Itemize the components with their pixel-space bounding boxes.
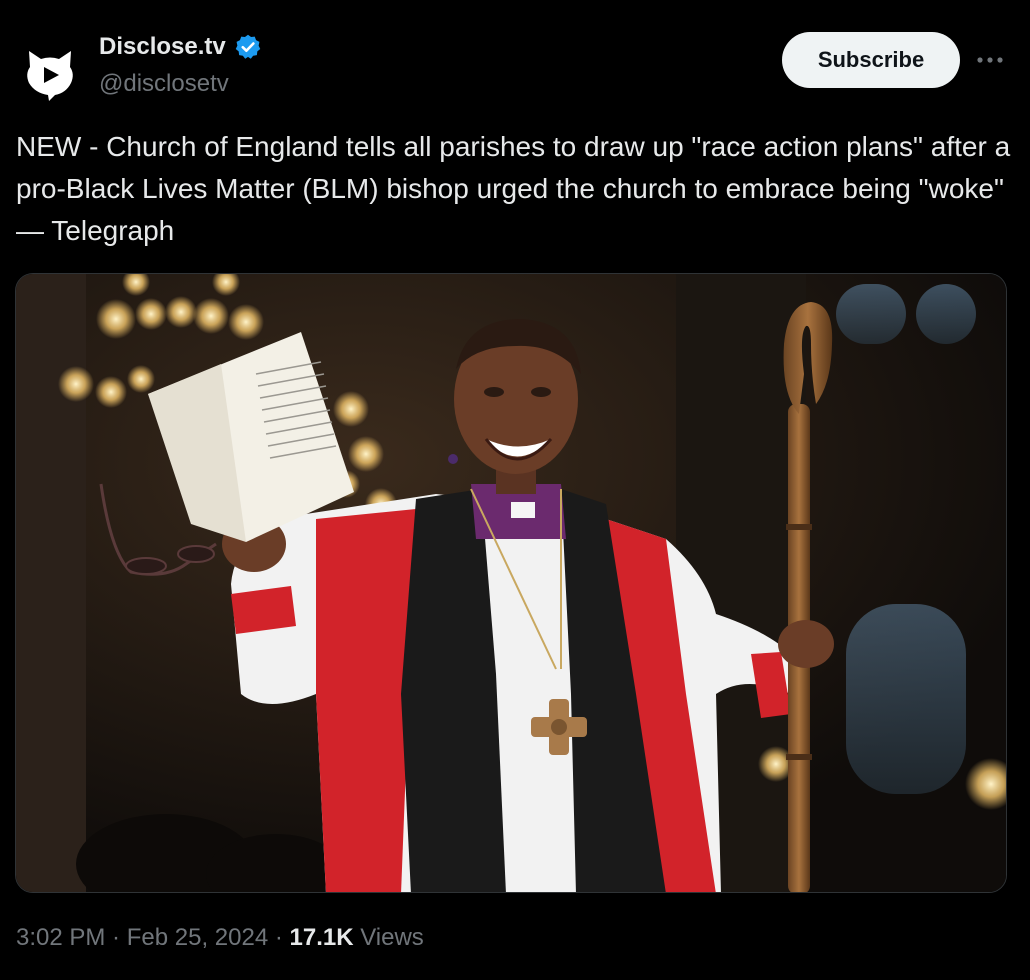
verified-badge-icon	[235, 34, 260, 59]
author-handle[interactable]: @disclosetv	[99, 70, 229, 98]
tweet-photo[interactable]	[15, 273, 1007, 893]
tweet-date[interactable]: Feb 25, 2024	[127, 924, 268, 952]
more-button[interactable]	[970, 44, 1010, 76]
tweet-meta: 3:02 PM · Feb 25, 2024 · 17.1K Views	[16, 924, 424, 952]
meta-separator: ·	[105, 924, 127, 951]
meta-separator: ·	[268, 924, 290, 951]
more-horizontal-icon	[977, 57, 1003, 63]
display-name[interactable]: Disclose.tv	[99, 33, 226, 61]
tweet-time[interactable]: 3:02 PM	[16, 924, 105, 952]
author-name-row[interactable]: Disclose.tv	[99, 33, 262, 61]
views-count[interactable]: 17.1K	[290, 924, 354, 952]
disclose-logo-icon	[27, 51, 73, 101]
views-label: Views	[353, 924, 424, 951]
avatar[interactable]	[16, 40, 84, 108]
tweet-text: NEW - Church of England tells all parish…	[16, 131, 1018, 246]
bishop-photo-image	[16, 274, 1006, 892]
subscribe-button[interactable]: Subscribe	[782, 32, 960, 88]
